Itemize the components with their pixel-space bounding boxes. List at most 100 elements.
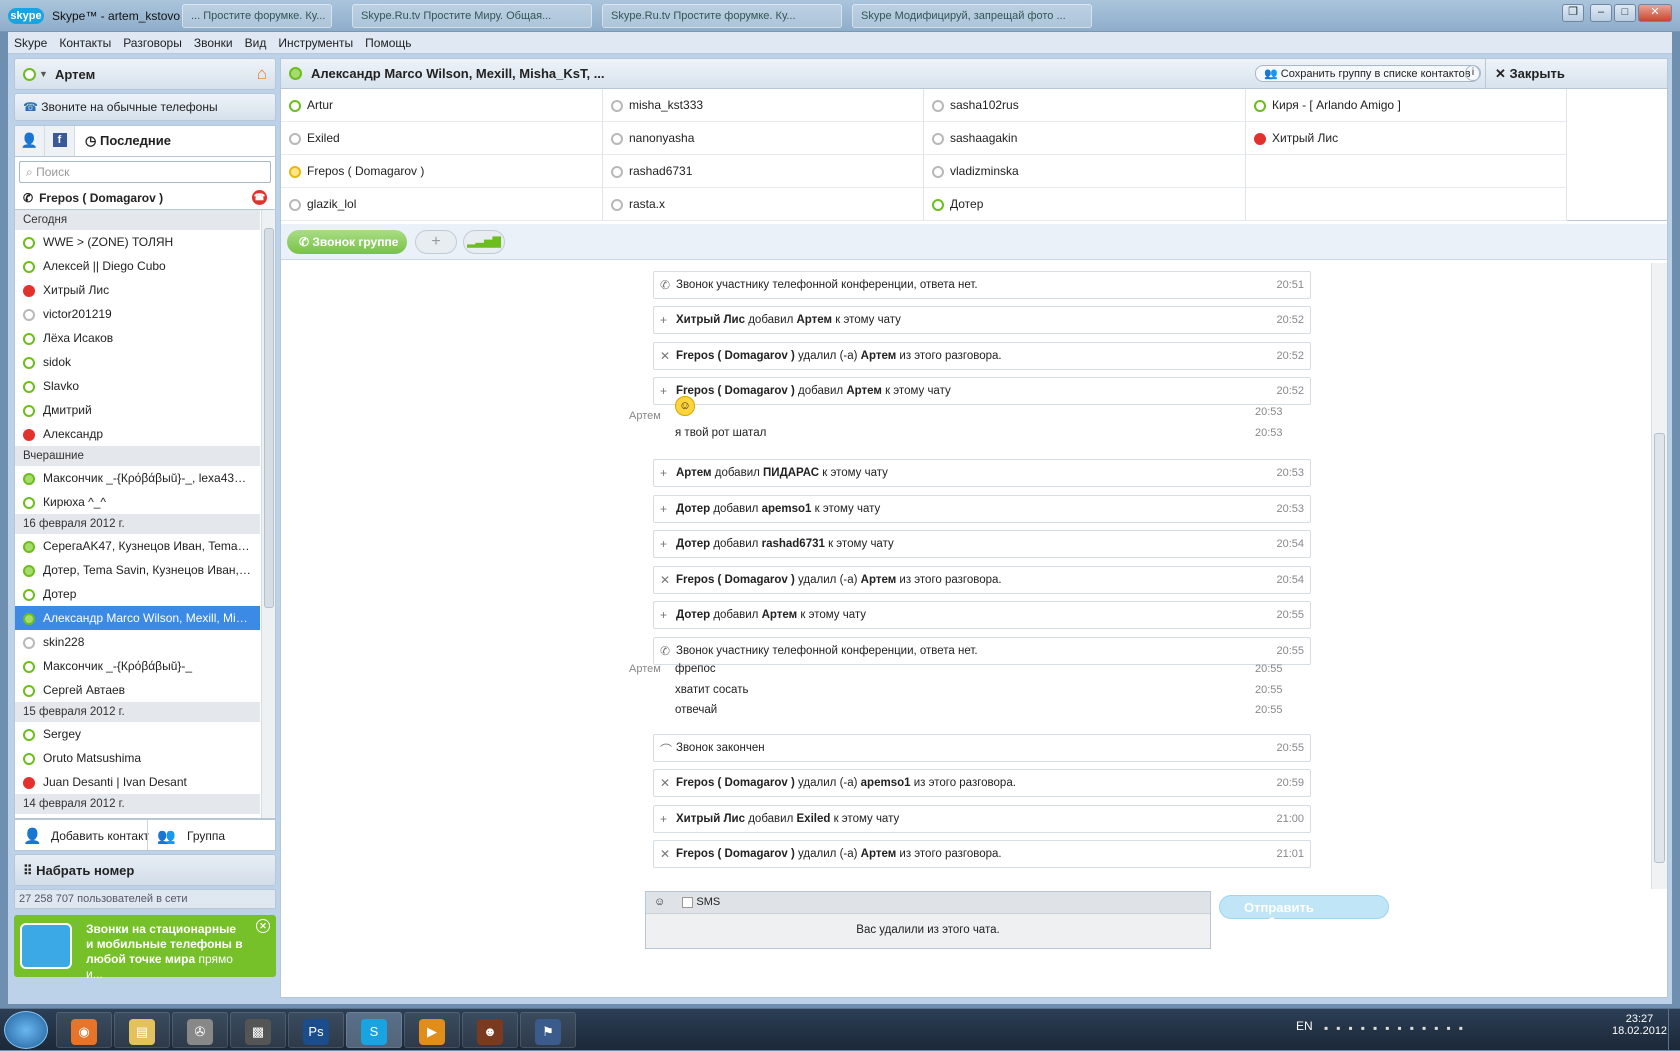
- participant-cell[interactable]: Artur: [281, 89, 603, 122]
- clock[interactable]: 23:27 18.02.2012: [1612, 1013, 1667, 1037]
- contact-item[interactable]: Сергей Автаев: [15, 678, 260, 702]
- firefox-icon[interactable]: ◉: [56, 1012, 112, 1048]
- hangup-icon[interactable]: ☎: [252, 190, 267, 205]
- participant-cell[interactable]: Хитрый Лис: [1246, 122, 1567, 155]
- promo-banner[interactable]: Звонки на стационарные и мобильные телеф…: [14, 915, 276, 981]
- message-time: 20:55: [1255, 704, 1283, 716]
- tab-recent[interactable]: ◷ Последние: [85, 133, 171, 149]
- contact-item[interactable]: victor201219: [15, 302, 260, 326]
- restore-icon[interactable]: ❐: [1562, 4, 1584, 22]
- menu-calls[interactable]: Звонки: [188, 32, 239, 54]
- contact-name: Максончик _-{Кρόβάβыŭ}-_, lexa4324...: [43, 471, 258, 485]
- add-contact-button[interactable]: Добавить контакт: [51, 829, 149, 843]
- contact-item[interactable]: Александр Marco Wilson, Mexill, Misha_..…: [15, 606, 260, 630]
- photoshop-icon[interactable]: Ps: [288, 1012, 344, 1048]
- search-input[interactable]: ⌕ Поиск: [19, 161, 271, 183]
- menu-tools[interactable]: Инструменты: [272, 32, 359, 54]
- menu-conversations[interactable]: Разговоры: [117, 32, 188, 54]
- contact-item[interactable]: СерегаAK47, Кузнецов Иван, Tema Sa...: [15, 534, 260, 558]
- participant-cell[interactable]: Дотер: [924, 188, 1246, 221]
- contact-name: Дмитрий: [43, 403, 92, 417]
- contact-item[interactable]: Slavko: [15, 374, 260, 398]
- contacts-tab-icon[interactable]: 👤: [15, 126, 45, 156]
- avatar-icon[interactable]: ☻: [462, 1012, 518, 1048]
- game-icon[interactable]: ▩: [230, 1012, 286, 1048]
- start-button[interactable]: [4, 1011, 48, 1049]
- call-phones-button[interactable]: ☎ Звоните на обычные телефоны: [14, 93, 276, 121]
- participant-cell[interactable]: Exiled: [281, 122, 603, 155]
- facebook-icon[interactable]: f: [45, 126, 75, 156]
- status-dropdown-icon[interactable]: ▼: [39, 69, 48, 79]
- online-status-icon[interactable]: [23, 68, 36, 81]
- save-group-button[interactable]: 👥 Сохранить группу в списке контактов: [1255, 65, 1480, 82]
- close-promo-icon[interactable]: ✕: [256, 919, 270, 933]
- active-call-row[interactable]: ✆ Frepos ( Domagarov ) ☎: [14, 187, 276, 209]
- participant-cell[interactable]: misha_kst333: [603, 89, 924, 122]
- background-tab[interactable]: Skype Модифицируй, запрещай фото ...: [852, 4, 1092, 28]
- player-icon[interactable]: ▶: [404, 1012, 460, 1048]
- contact-item[interactable]: Александр: [15, 422, 260, 446]
- contact-item[interactable]: Дотер: [15, 582, 260, 606]
- participant-cell[interactable]: sashaagakin: [924, 122, 1246, 155]
- background-tab[interactable]: Skype.Ru.tv Простите Миру. Общая...: [352, 4, 592, 28]
- contact-item[interactable]: Алексей || Diego Cubo: [15, 254, 260, 278]
- group-call-button[interactable]: ✆ Звонок группе: [287, 230, 407, 254]
- menu-contacts[interactable]: Контакты: [53, 32, 117, 54]
- contact-item[interactable]: Максончик _-{Кρόβάβыŭ}-_, lexa4324...: [15, 466, 260, 490]
- my-profile[interactable]: ▼ Артем ⌂: [14, 58, 276, 90]
- scrollbar-thumb[interactable]: [1654, 433, 1665, 863]
- participant-cell[interactable]: nanonyasha: [603, 122, 924, 155]
- minimize-icon[interactable]: –: [1590, 4, 1612, 22]
- background-tab[interactable]: Skype.Ru.tv Простите форумке. Ку...: [602, 4, 842, 28]
- media-icon[interactable]: ✇: [172, 1012, 228, 1048]
- chat-scrollbar[interactable]: [1651, 263, 1667, 889]
- skype-icon[interactable]: S: [346, 1012, 402, 1048]
- info-icon[interactable]: i: [1465, 65, 1481, 81]
- participant-cell[interactable]: vladizminska: [924, 155, 1246, 188]
- participant-cell[interactable]: rashad6731: [603, 155, 924, 188]
- contact-item[interactable]: skin228: [15, 630, 260, 654]
- dial-button[interactable]: ⠿ Набрать номер: [14, 854, 276, 886]
- sidebar-scrollbar[interactable]: [261, 210, 275, 818]
- scrollbar-thumb[interactable]: [264, 228, 274, 608]
- add-participant-icon[interactable]: +: [415, 230, 457, 254]
- emoticon-icon[interactable]: ☺: [654, 896, 665, 908]
- participant-cell[interactable]: Киря - [ Arlando Amigo ]: [1246, 89, 1567, 122]
- background-tab[interactable]: ... Простите форумке. Ку...: [182, 4, 332, 28]
- contact-item[interactable]: Лёха Исаков: [15, 326, 260, 350]
- language-indicator[interactable]: EN: [1296, 1019, 1313, 1033]
- show-desktop-button[interactable]: [1668, 1009, 1680, 1051]
- close-chat-button[interactable]: ✕ Закрыть: [1495, 66, 1565, 82]
- sms-checkbox[interactable]: [682, 896, 694, 908]
- contact-name: victor201219: [43, 307, 112, 321]
- participant-cell[interactable]: rasta.x: [603, 188, 924, 221]
- participant-cell[interactable]: sasha102rus: [924, 89, 1246, 122]
- contact-item[interactable]: WWE > (ZONE) ТОЛЯН: [15, 230, 260, 254]
- contact-item[interactable]: Дмитрий: [15, 398, 260, 422]
- contact-item[interactable]: Sergey: [15, 722, 260, 746]
- contact-item[interactable]: Дотер, Tema Savin, Кузнецов Иван, ...: [15, 558, 260, 582]
- contact-item[interactable]: Juan Desanti | Ivan Desant: [15, 770, 260, 794]
- close-window-icon[interactable]: ✕: [1638, 4, 1672, 22]
- contact-item[interactable]: Максончик _-{Кρόβάβыŭ}-_: [15, 654, 260, 678]
- maximize-icon[interactable]: □: [1614, 4, 1636, 22]
- contact-item[interactable]: Хитрый Лис: [15, 278, 260, 302]
- cs-icon[interactable]: ⚑: [520, 1012, 576, 1048]
- contact-item[interactable]: sidok: [15, 350, 260, 374]
- participant-cell[interactable]: Frepos ( Domagarov ): [281, 155, 603, 188]
- menu-skype[interactable]: Skype: [8, 32, 53, 54]
- add-contact-icon[interactable]: 👤: [23, 827, 42, 845]
- chat-panel: Александр Marco Wilson, Mexill, Misha_Ks…: [280, 58, 1668, 998]
- call-quality-icon[interactable]: ▂▃▅▇: [463, 230, 505, 254]
- menu-help[interactable]: Помощь: [359, 32, 417, 54]
- home-icon[interactable]: ⌂: [257, 64, 267, 84]
- contact-item[interactable]: Oruto Matsushima: [15, 746, 260, 770]
- participant-cell[interactable]: glazik_lol: [281, 188, 603, 221]
- group-icon[interactable]: 👥: [157, 827, 176, 845]
- contact-item[interactable]: Кирюха ^_^: [15, 490, 260, 514]
- group-button[interactable]: Группа: [187, 829, 225, 843]
- send-message-button[interactable]: Отправить сообщение: [1219, 895, 1389, 930]
- explorer-icon[interactable]: ▤: [114, 1012, 170, 1048]
- menu-view[interactable]: Вид: [239, 32, 273, 54]
- tray-icons[interactable]: ▪▪▪▪▪▪▪▪▪▪▪▪: [1324, 1021, 1471, 1035]
